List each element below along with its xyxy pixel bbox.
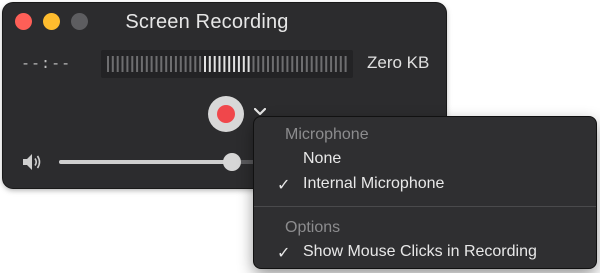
close-button[interactable] (15, 13, 32, 30)
zoom-button-disabled (71, 13, 88, 30)
file-size: Zero KB (367, 53, 430, 72)
checkmark-icon: ✓ (277, 177, 291, 194)
level-meter-tick (140, 56, 143, 72)
level-meter-tick (291, 56, 294, 72)
level-meter-tick (242, 56, 245, 72)
level-meter-tick (126, 56, 129, 72)
level-meter-tick (174, 56, 177, 72)
level-meter-tick (267, 56, 269, 72)
level-meter-tick (271, 56, 274, 72)
volume-slider-knob[interactable] (222, 153, 241, 171)
level-meter-tick (150, 56, 153, 72)
menu-item-none[interactable]: None (254, 150, 596, 172)
level-meter-tick (111, 56, 114, 72)
record-button[interactable] (208, 96, 244, 132)
level-meter-tick (218, 56, 221, 72)
level-meter-tick (121, 56, 124, 72)
level-meter-tick (170, 56, 172, 72)
level-meter-tick (116, 56, 119, 72)
menu-item-internal-microphone[interactable]: ✓ Internal Microphone (254, 175, 596, 197)
level-meter-tick (184, 56, 187, 72)
level-meter-tick (189, 56, 192, 72)
level-meter-tick (247, 56, 250, 72)
level-meter-tick (204, 56, 206, 72)
chevron-down-icon[interactable] (254, 108, 266, 116)
level-meter-tick (301, 56, 303, 72)
level-meter-tick (160, 56, 163, 72)
speaker-icon (23, 154, 41, 170)
level-meter-tick (237, 56, 240, 72)
minimize-button[interactable] (43, 13, 60, 30)
level-meter-tick (252, 56, 255, 72)
level-meter-tick (213, 56, 216, 72)
options-menu: Microphone None ✓ Internal Microphone Op… (254, 117, 596, 268)
menu-item-label: None (303, 150, 342, 167)
level-meter-tick (315, 56, 318, 72)
options-section-header: Options (285, 219, 341, 236)
level-meter-tick (257, 56, 260, 72)
level-meter-tick (194, 56, 197, 72)
menu-item-label: Internal Microphone (303, 175, 445, 192)
level-meter-tick (334, 56, 337, 72)
level-meter-tick (155, 56, 158, 72)
level-meter-tick (344, 56, 347, 72)
level-meter-tick (199, 56, 202, 72)
record-icon (217, 105, 235, 123)
level-meter-tick (330, 56, 333, 72)
microphone-section-header: Microphone (285, 126, 369, 143)
level-meter-tick (107, 56, 109, 72)
window-title: Screen Recording (125, 11, 289, 33)
level-meter-tick (179, 56, 182, 72)
level-meter-tick (320, 56, 323, 72)
level-meter-tick (286, 56, 289, 72)
level-meter-tick (223, 56, 226, 72)
level-meter-tick (305, 56, 308, 72)
level-meter-tick (136, 56, 139, 72)
level-meter-tick (208, 56, 211, 72)
level-meter-tick (262, 56, 265, 72)
level-meter-tick (228, 56, 231, 72)
level-meter-tick (310, 56, 313, 72)
level-meter-tick (131, 56, 134, 72)
elapsed-time: --:-- (21, 54, 72, 72)
level-meter-tick (145, 56, 148, 72)
level-meter-tick (165, 56, 168, 72)
checkmark-icon: ✓ (277, 245, 291, 262)
menu-item-label: Show Mouse Clicks in Recording (303, 243, 537, 260)
level-meter-tick (325, 56, 328, 72)
menu-item-show-mouse-clicks[interactable]: ✓ Show Mouse Clicks in Recording (254, 243, 596, 265)
level-meter-tick (296, 56, 299, 72)
volume-slider-fill (59, 160, 232, 164)
audio-level-meter (101, 50, 353, 78)
level-meter-tick (281, 56, 284, 72)
menu-separator (254, 206, 596, 207)
level-meter-tick (276, 56, 279, 72)
level-meter-tick (339, 56, 342, 72)
level-meter-tick (233, 56, 236, 72)
